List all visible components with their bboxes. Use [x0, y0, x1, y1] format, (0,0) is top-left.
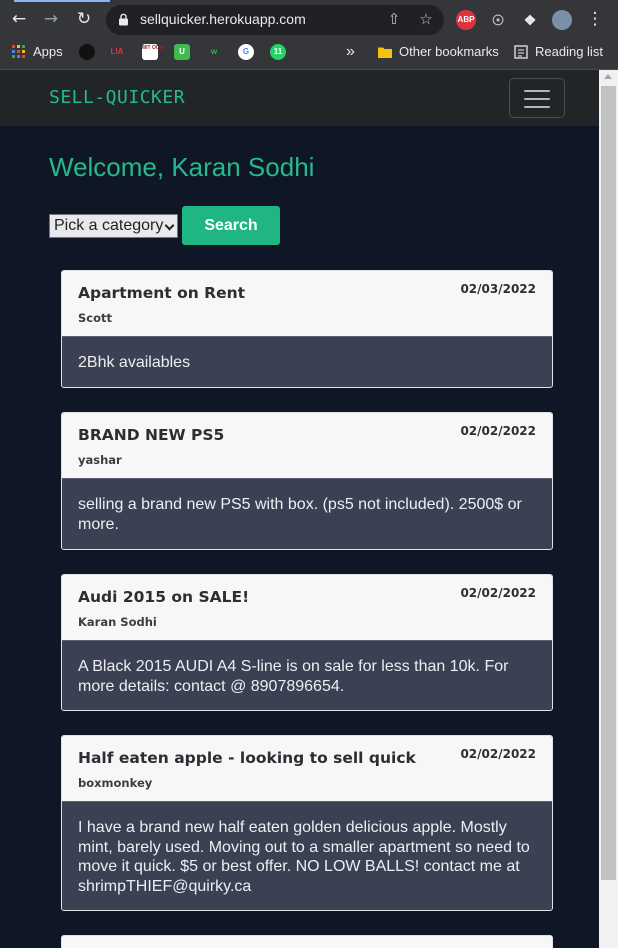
w-favicon-icon: w	[210, 47, 218, 56]
post-body: selling a brand new PS5 with box. (ps5 n…	[62, 478, 552, 549]
post-author: Scott	[78, 311, 112, 325]
dark-circle-favicon-icon	[79, 44, 95, 60]
category-select[interactable]: Pick a category	[49, 214, 178, 238]
post-date: 02/03/2022	[460, 282, 536, 296]
bookmark-lia[interactable]: LIA	[109, 41, 125, 63]
address-bar[interactable]: sellquicker.herokuapp.com ⇧ ☆	[106, 5, 444, 35]
menu-kebab-icon[interactable]: ⋮	[584, 8, 606, 30]
back-icon[interactable]: ←	[8, 8, 30, 30]
bookmark-reading-list-label: Reading list	[535, 44, 603, 59]
url-text: sellquicker.herokuapp.com	[140, 11, 306, 27]
post-card-header: Audi 2015 on SALE! 02/02/2022 Karan Sodh…	[62, 575, 552, 640]
post-title: Half eaten apple - looking to sell quick	[78, 749, 416, 767]
welcome-heading: Welcome, Karan Sodhi	[49, 152, 315, 182]
browser-chrome: ← → ↻ sellquicker.herokuapp.com ⇧ ☆ ABP …	[0, 0, 618, 70]
post-body: 2Bhk availables	[62, 336, 552, 387]
browser-toolbar: ← → ↻ sellquicker.herokuapp.com ⇧ ☆ ABP …	[0, 2, 618, 36]
extensions-puzzle-icon[interactable]: ❖	[520, 10, 540, 30]
share-icon[interactable]: ⇧	[384, 9, 404, 29]
post-author: boxmonkey	[78, 776, 153, 790]
brand-logo[interactable]: SELL-QUICKER	[49, 87, 185, 108]
post-card[interactable]: Half eaten apple - looking to sell quick…	[61, 735, 553, 911]
bookmarks-bar: Apps LIA MIT OCW U w G 11 » Other bookma…	[0, 36, 618, 68]
hamburger-icon-line	[524, 98, 550, 100]
post-title: Audi 2015 on SALE!	[78, 588, 250, 606]
u-favicon-icon: U	[174, 44, 190, 60]
post-title: BRAND NEW PS5	[78, 426, 225, 444]
post-card[interactable]: Apartment on Rent 02/03/2022 Scott 2Bhk …	[61, 270, 553, 388]
post-author: yashar	[78, 453, 122, 467]
whatsapp-favicon-icon: 11	[270, 44, 286, 60]
star-icon[interactable]: ☆	[416, 9, 436, 29]
hamburger-icon-line	[524, 106, 550, 108]
bookmark-whatsapp[interactable]: 11	[270, 41, 286, 63]
lia-favicon-icon: LIA	[110, 47, 124, 56]
profile-avatar-icon[interactable]	[552, 10, 572, 30]
post-card[interactable]: BRAND NEW PS5 02/02/2022 yashar selling …	[61, 412, 553, 550]
post-card-header: BRAND NEW PS5 02/02/2022 yashar	[62, 413, 552, 478]
bookmark-u[interactable]: U	[174, 41, 190, 63]
search-button[interactable]: Search	[182, 206, 280, 245]
bookmark-dark-circle[interactable]	[79, 41, 95, 63]
post-body: A Black 2015 AUDI A4 S-line is on sale f…	[62, 640, 552, 710]
navbar-toggle-button[interactable]	[509, 78, 565, 118]
post-body: I have a brand new half eaten golden del…	[62, 801, 552, 910]
bookmark-w[interactable]: w	[206, 41, 222, 63]
category-select-value: Pick a category	[54, 217, 164, 234]
more-bookmarks-icon[interactable]: »	[346, 41, 355, 63]
bookmark-other-label: Other bookmarks	[399, 44, 499, 59]
bookmark-apps-label: Apps	[33, 44, 63, 59]
mit-ocw-favicon-icon: MIT OCW	[142, 44, 164, 60]
folder-icon	[378, 47, 392, 58]
bookmark-google[interactable]: G	[238, 41, 254, 63]
reload-icon[interactable]: ↻	[73, 8, 95, 30]
post-title: Apartment on Rent	[78, 284, 246, 302]
lock-icon	[119, 13, 128, 26]
extension-gauge-icon[interactable]: ☉	[488, 10, 508, 30]
hamburger-icon	[524, 90, 550, 92]
post-date: 02/02/2022	[460, 747, 536, 761]
app-navbar: SELL-QUICKER	[0, 70, 599, 126]
bookmark-reading-list[interactable]: Reading list	[514, 41, 603, 63]
apps-grid-icon	[12, 45, 25, 58]
chevron-down-icon	[164, 220, 175, 231]
post-card-header: Apartment on Rent 02/03/2022 Scott	[62, 271, 552, 336]
post-author: Karan Sodhi	[78, 615, 157, 629]
adblock-icon[interactable]: ABP	[456, 10, 476, 30]
post-date: 02/02/2022	[460, 424, 536, 438]
scroll-thumb[interactable]	[601, 86, 616, 880]
post-card-partial[interactable]	[61, 935, 553, 948]
page-scrollbar[interactable]	[599, 70, 618, 948]
scroll-up-icon[interactable]	[604, 74, 612, 79]
post-card[interactable]: Audi 2015 on SALE! 02/02/2022 Karan Sodh…	[61, 574, 553, 711]
post-card-header: Half eaten apple - looking to sell quick…	[62, 736, 552, 801]
bookmark-other[interactable]: Other bookmarks	[378, 41, 499, 63]
reading-list-icon	[514, 45, 528, 59]
google-favicon-icon: G	[238, 44, 254, 60]
post-date: 02/02/2022	[460, 586, 536, 600]
bookmark-apps[interactable]: Apps	[12, 41, 63, 63]
bookmark-mit-ocw[interactable]: MIT OCW	[142, 41, 164, 63]
forward-icon[interactable]: →	[40, 8, 62, 30]
